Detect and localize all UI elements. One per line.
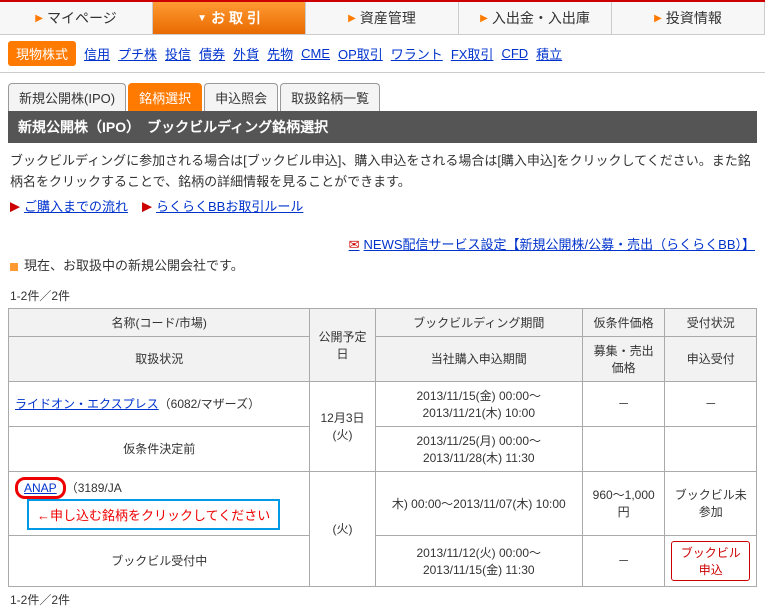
cell-status: ブックビル受付中 bbox=[9, 535, 310, 586]
chevron-right-icon: ▶ bbox=[654, 13, 662, 24]
status-text: 現在、お取扱中の新規公開会社です。 bbox=[10, 256, 755, 277]
stock-name-link[interactable]: ANAP bbox=[24, 481, 57, 495]
table-row: ANAP （3189/JA ←申し込む銘柄をクリックしてください (火) 木) … bbox=[9, 471, 757, 535]
cell-bb-period: 木) 00:00～2013/11/07(木) 10:00 bbox=[375, 471, 582, 535]
link-purchase-flow[interactable]: ご購入までの流れ bbox=[10, 197, 128, 218]
cell-prov: － bbox=[582, 381, 664, 426]
cell-recv: － bbox=[665, 381, 757, 426]
th-apply: 申込受付 bbox=[665, 336, 757, 381]
th-prov-price: 仮条件価格 bbox=[582, 308, 664, 336]
cell-apply: ブックビル申込 bbox=[665, 535, 757, 586]
bookbuild-apply-button[interactable]: ブックビル申込 bbox=[671, 541, 750, 581]
table-row: ライドオン・エクスプレス（6082/マザーズ） 12月3日(火) 2013/11… bbox=[9, 381, 757, 426]
cell-buy-period: 2013/11/12(火) 00:00～2013/11/15(金) 11:30 bbox=[375, 535, 582, 586]
th-date: 公開予定日 bbox=[310, 308, 375, 381]
top-nav: ▶マイページ ▼お 取 引 ▶資産管理 ▶入出金・入出庫 ▶投資情報 bbox=[0, 0, 765, 35]
th-name: 名称(コード/市場) bbox=[9, 308, 310, 336]
tab-bar: 新規公開株(IPO) 銘柄選択 申込照会 取扱銘柄一覧 bbox=[8, 83, 757, 111]
topnav-tab-info[interactable]: ▶投資情報 bbox=[612, 2, 765, 34]
topnav-tab-deposit[interactable]: ▶入出金・入出庫 bbox=[459, 2, 612, 34]
subnav-link[interactable]: 積立 bbox=[536, 44, 562, 63]
cell-recv: ブックビル未参加 bbox=[665, 471, 757, 535]
th-recv: 受付状況 bbox=[665, 308, 757, 336]
result-count-top: 1-2件／2件 bbox=[10, 287, 755, 304]
subnav-link[interactable]: FX取引 bbox=[451, 44, 494, 63]
page-title: 新規公開株（IPO） ブックビルディング銘柄選択 bbox=[8, 111, 757, 143]
subnav-link[interactable]: 外貨 bbox=[233, 44, 259, 63]
content: ブックビルディングに参加される場合は[ブックビル申込]、購入申込をされる場合は[… bbox=[0, 143, 765, 285]
table-row: 仮条件決定前 2013/11/25(月) 00:00～2013/11/28(木)… bbox=[9, 426, 757, 471]
ipo-table: 名称(コード/市場) 公開予定日 ブックビルディング期間 仮条件価格 受付状況 … bbox=[8, 308, 757, 587]
intro-text: ブックビルディングに参加される場合は[ブックビル申込]、購入申込をされる場合は[… bbox=[10, 151, 755, 193]
chevron-right-icon: ▶ bbox=[480, 13, 488, 24]
cell-bb-period: 2013/11/15(金) 00:00～2013/11/21(木) 10:00 bbox=[375, 381, 582, 426]
topnav-tab-asset[interactable]: ▶資産管理 bbox=[306, 2, 459, 34]
chevron-right-icon: ▶ bbox=[35, 13, 43, 24]
subnav-link[interactable]: 先物 bbox=[267, 44, 293, 63]
subnav-link[interactable]: CFD bbox=[501, 46, 528, 61]
topnav-tab-mypage[interactable]: ▶マイページ bbox=[0, 2, 153, 34]
link-bb-rule[interactable]: らくらくBBお取引ルール bbox=[142, 197, 303, 218]
chevron-down-icon: ▼ bbox=[197, 13, 207, 24]
th-bb-period: ブックビルディング期間 bbox=[375, 308, 582, 336]
subnav-link[interactable]: 信用 bbox=[84, 44, 110, 63]
tab-select[interactable]: 銘柄選択 bbox=[128, 83, 202, 111]
result-count-bottom: 1-2件／2件 bbox=[10, 591, 755, 608]
subnav-link[interactable]: 投信 bbox=[165, 44, 191, 63]
link-news-setting[interactable]: NEWS配信サービス設定【新規公開株/公募・売出（らくらくBB）】 bbox=[349, 237, 755, 252]
stock-name-link[interactable]: ライドオン・エクスプレス bbox=[15, 397, 159, 411]
cell-date: (火) bbox=[310, 471, 375, 586]
subnav-link[interactable]: OP取引 bbox=[338, 44, 383, 63]
stock-code: （6082/マザーズ） bbox=[159, 397, 260, 411]
cell-offer bbox=[582, 426, 664, 471]
tab-apply-query[interactable]: 申込照会 bbox=[204, 83, 278, 111]
cell-offer: － bbox=[582, 535, 664, 586]
th-status: 取扱状況 bbox=[9, 336, 310, 381]
subnav-link[interactable]: 債券 bbox=[199, 44, 225, 63]
subnav-link[interactable]: CME bbox=[301, 46, 330, 61]
topnav-tab-trade[interactable]: ▼お 取 引 bbox=[153, 2, 306, 34]
annotation-callout: ←申し込む銘柄をクリックしてください bbox=[27, 499, 280, 530]
subnav-current[interactable]: 現物株式 bbox=[8, 41, 76, 66]
cell-status: 仮条件決定前 bbox=[9, 426, 310, 471]
subnav-link[interactable]: プチ株 bbox=[118, 44, 157, 63]
subnav-link[interactable]: ワラント bbox=[391, 44, 443, 63]
stock-code: （3189/JA bbox=[66, 481, 121, 495]
cell-prov: 960～1,000円 bbox=[582, 471, 664, 535]
cell-buy-period: 2013/11/25(月) 00:00～2013/11/28(木) 11:30 bbox=[375, 426, 582, 471]
cell-apply bbox=[665, 426, 757, 471]
sub-nav: 現物株式 信用 プチ株 投信 債券 外貨 先物 CME OP取引 ワラント FX… bbox=[0, 35, 765, 73]
tab-ipo[interactable]: 新規公開株(IPO) bbox=[8, 83, 126, 111]
cell-name: ライドオン・エクスプレス（6082/マザーズ） bbox=[9, 381, 310, 426]
cell-name: ANAP （3189/JA ←申し込む銘柄をクリックしてください bbox=[9, 471, 310, 535]
th-buy-period: 当社購入申込期間 bbox=[375, 336, 582, 381]
highlight-circle: ANAP bbox=[15, 477, 66, 499]
table-row: ブックビル受付中 2013/11/12(火) 00:00～2013/11/15(… bbox=[9, 535, 757, 586]
cell-date: 12月3日(火) bbox=[310, 381, 375, 471]
chevron-right-icon: ▶ bbox=[348, 13, 356, 24]
tab-list[interactable]: 取扱銘柄一覧 bbox=[280, 83, 380, 111]
th-offer-price: 募集・売出価格 bbox=[582, 336, 664, 381]
